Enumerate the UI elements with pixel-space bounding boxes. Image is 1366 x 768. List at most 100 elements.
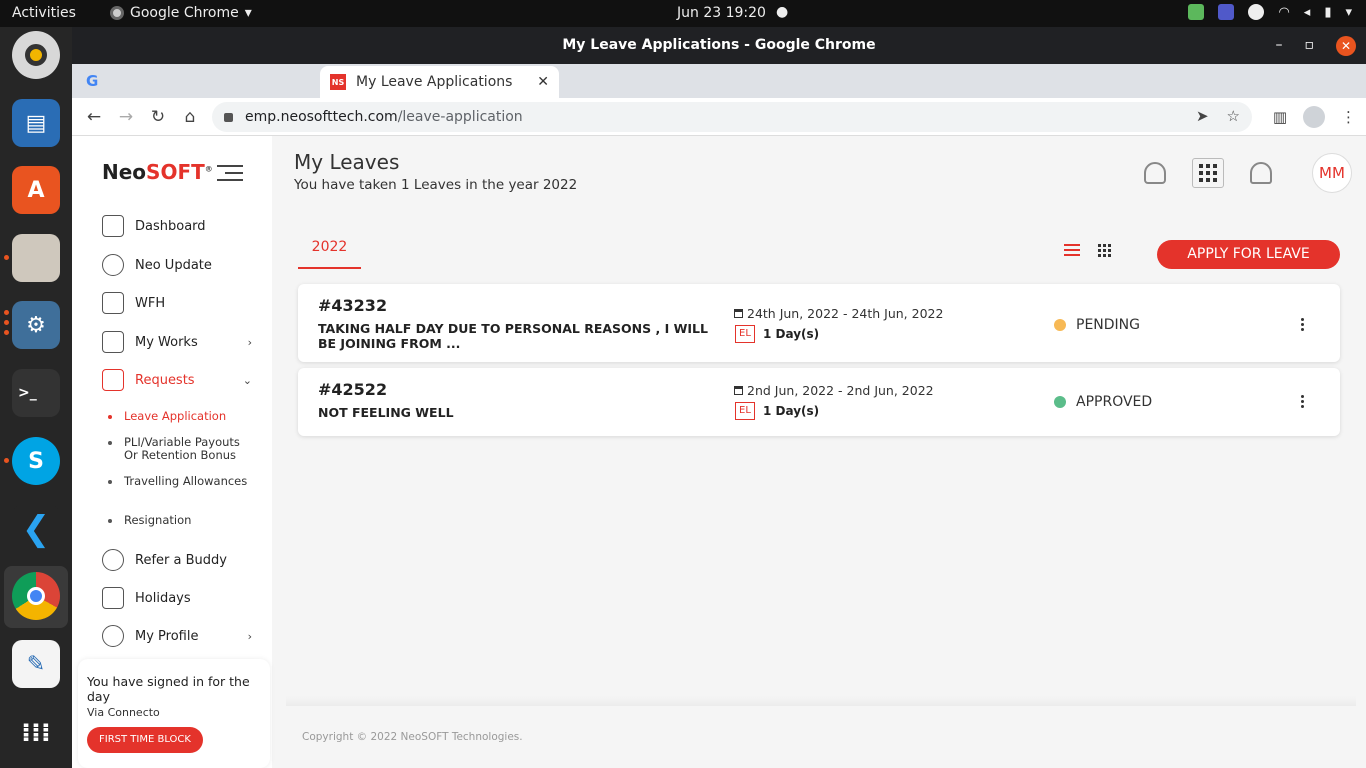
send-icon[interactable]: ➤: [1196, 107, 1209, 125]
sub-item-leave-application[interactable]: Leave Application: [108, 410, 254, 423]
leave-status: PENDING: [1054, 317, 1140, 333]
sidebar-item-requests[interactable]: Requests ⌄: [102, 369, 252, 391]
text-editor-icon[interactable]: ✎: [12, 640, 60, 688]
sub-item-pli-payouts[interactable]: PLI/Variable Payouts Or Retention Bonus: [108, 436, 254, 462]
tab-label: My Leave Applications: [356, 74, 513, 90]
user-avatar[interactable]: MM: [1312, 153, 1352, 193]
dock: ▤ A ⚙ >_ S ❮ ✎ ⁞⁞⁞: [0, 27, 72, 768]
system-top-bar: Activities Google Chrome ▾ Jun 23 19:20 …: [0, 0, 1366, 27]
sidebar-item-label: Refer a Buddy: [135, 552, 227, 568]
leave-type: EL 1 Day(s): [735, 402, 819, 420]
sidebar-item-dashboard[interactable]: Dashboard: [102, 215, 252, 237]
window-title: My Leave Applications - Google Chrome: [562, 37, 876, 53]
leave-type-badge: EL: [735, 402, 755, 420]
status-label: PENDING: [1076, 317, 1140, 333]
bell-icon[interactable]: [1250, 162, 1272, 184]
google-tab-icon[interactable]: G: [86, 72, 98, 90]
mysql-workbench-icon[interactable]: ⚙: [12, 301, 60, 349]
chevron-down-icon: ⌄: [242, 373, 252, 387]
forward-icon[interactable]: →: [110, 107, 142, 127]
leave-card[interactable]: #42522 NOT FEELING WELL 2nd Jun, 2022 - …: [298, 368, 1340, 436]
window-titlebar: My Leave Applications - Google Chrome – …: [72, 27, 1366, 64]
bookmark-star-icon[interactable]: ☆: [1227, 107, 1240, 125]
close-window-icon[interactable]: ✕: [1336, 35, 1356, 56]
hamburger-menu-icon[interactable]: [217, 165, 243, 186]
apply-for-leave-button[interactable]: APPLY FOR LEAVE: [1157, 240, 1340, 269]
sidebar-item-my-profile[interactable]: My Profile ›: [102, 625, 252, 647]
more-options-icon[interactable]: [1301, 318, 1305, 333]
more-options-icon[interactable]: [1301, 395, 1305, 410]
sidebar-item-neo-update[interactable]: Neo Update: [102, 254, 252, 276]
back-icon[interactable]: ←: [78, 107, 110, 127]
main-content: My Leaves You have taken 1 Leaves in the…: [272, 136, 1366, 768]
terminal-icon[interactable]: >_: [12, 369, 60, 417]
url-path: /leave-application: [397, 109, 523, 125]
sidebar-item-label: Neo Update: [135, 257, 212, 273]
footer-divider: [286, 696, 1356, 706]
skype-tray-icon[interactable]: [1248, 4, 1265, 20]
list-view-icon[interactable]: [1064, 244, 1080, 259]
page-subtitle: You have taken 1 Leaves in the year 2022: [294, 177, 578, 193]
skype-icon[interactable]: S: [12, 437, 60, 485]
first-time-block-button[interactable]: FIRST TIME BLOCK: [87, 727, 203, 753]
sidebar-item-wfh[interactable]: WFH: [102, 292, 252, 314]
leave-type-badge: EL: [735, 325, 755, 343]
signin-status-card: You have signed in for the day Via Conne…: [78, 659, 270, 768]
chrome-dock-icon[interactable]: [12, 572, 60, 620]
leave-days: 1 Day(s): [763, 327, 820, 341]
lock-icon[interactable]: [224, 112, 233, 122]
activities-button[interactable]: Activities: [12, 5, 76, 21]
page-title: My Leaves: [294, 150, 400, 174]
home-icon[interactable]: ⌂: [174, 107, 206, 127]
address-bar[interactable]: emp.neosofttech.com/leave-application ➤ …: [212, 102, 1252, 132]
works-icon: [102, 331, 124, 353]
sidebar-item-holidays[interactable]: Holidays: [102, 587, 252, 609]
leave-card[interactable]: #43232 TAKING HALF DAY DUE TO PERSONAL R…: [298, 284, 1340, 362]
neosoft-logo[interactable]: NeoSOFT®: [102, 160, 213, 184]
sidebar-item-refer-buddy[interactable]: Refer a Buddy: [102, 549, 252, 571]
web-page: NeoSOFT® Dashboard Neo Update WFH My Wor…: [72, 136, 1366, 768]
app-menu[interactable]: Google Chrome ▾: [110, 5, 252, 21]
teams-icon[interactable]: [1218, 4, 1235, 20]
sidebar-item-my-works[interactable]: My Works ›: [102, 331, 252, 353]
grid-view-icon[interactable]: [1098, 244, 1111, 257]
power-menu-icon[interactable]: ▾: [1345, 5, 1352, 20]
rhythmbox-icon[interactable]: [12, 31, 60, 79]
side-panel-icon[interactable]: ▥: [1273, 108, 1287, 126]
minimize-icon[interactable]: –: [1276, 27, 1283, 64]
reload-icon[interactable]: ↻: [142, 107, 174, 127]
writer-icon[interactable]: ▤: [12, 99, 60, 147]
status-dot-icon: [1054, 396, 1066, 408]
leave-type: EL 1 Day(s): [735, 325, 819, 343]
apps-grid-icon[interactable]: [1192, 158, 1224, 188]
headset-icon[interactable]: [1144, 162, 1166, 184]
sidebar-item-label: My Profile: [135, 628, 199, 644]
files-icon[interactable]: [12, 234, 60, 282]
holidays-icon: [102, 587, 124, 609]
sub-item-resignation[interactable]: Resignation: [108, 514, 254, 527]
update-icon[interactable]: [1188, 4, 1205, 20]
vscode-icon[interactable]: ❮: [12, 505, 60, 553]
dashboard-icon: [102, 215, 124, 237]
volume-icon[interactable]: ◂: [1304, 5, 1311, 20]
show-apps-icon[interactable]: ⁞⁞⁞: [12, 709, 60, 757]
leave-status: APPROVED: [1054, 394, 1152, 410]
tab-my-leave-applications[interactable]: NS My Leave Applications ✕: [320, 66, 559, 98]
chevron-down-icon: ▾: [244, 5, 252, 21]
profile-avatar-icon[interactable]: [1303, 106, 1325, 128]
maximize-icon[interactable]: ▫: [1305, 27, 1315, 64]
wifi-icon[interactable]: ◠: [1278, 5, 1289, 20]
battery-icon[interactable]: ▮: [1324, 5, 1331, 20]
chrome-menu-icon[interactable]: ⋮: [1341, 108, 1356, 126]
leave-id: #42522: [318, 380, 388, 399]
clock[interactable]: Jun 23 19:20: [677, 5, 766, 21]
tab-close-icon[interactable]: ✕: [537, 74, 549, 90]
logo-reg: ®: [204, 164, 213, 174]
wfh-icon: [102, 292, 124, 314]
sub-item-travelling-allowances[interactable]: Travelling Allowances: [108, 475, 254, 488]
software-icon[interactable]: A: [12, 166, 60, 214]
leave-date-range: 2nd Jun, 2022 - 2nd Jun, 2022: [747, 383, 934, 398]
copyright: Copyright © 2022 NeoSOFT Technologies.: [302, 731, 523, 743]
leave-reason: NOT FEELING WELL: [318, 405, 454, 420]
tab-year-2022[interactable]: 2022: [298, 239, 361, 269]
